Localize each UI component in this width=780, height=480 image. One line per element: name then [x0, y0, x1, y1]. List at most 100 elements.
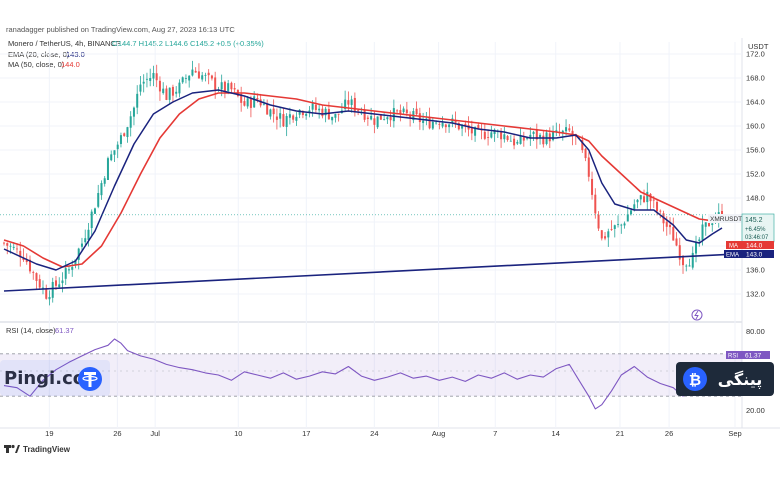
candle-body[interactable]	[45, 288, 48, 299]
candle-body[interactable]	[266, 103, 269, 115]
candle-body[interactable]	[698, 239, 701, 242]
candle-body[interactable]	[639, 195, 642, 200]
candle-body[interactable]	[246, 98, 249, 107]
candle-body[interactable]	[152, 72, 155, 79]
candle-body[interactable]	[470, 127, 473, 134]
candle-body[interactable]	[704, 222, 707, 227]
candle-body[interactable]	[279, 113, 282, 119]
candle-body[interactable]	[214, 77, 217, 90]
candle-body[interactable]	[71, 267, 74, 270]
candle-body[interactable]	[441, 122, 444, 127]
candle-body[interactable]	[347, 100, 350, 105]
candle-body[interactable]	[181, 77, 184, 83]
candle-body[interactable]	[149, 78, 152, 81]
candle-body[interactable]	[184, 78, 187, 80]
candle-body[interactable]	[519, 135, 522, 144]
time-axis[interactable]: 19 26 Jul 10 17 24 Aug 7 14 21 26 Sep	[45, 429, 742, 438]
candle-body[interactable]	[701, 224, 704, 240]
candle-body[interactable]	[295, 116, 298, 121]
candle-body[interactable]	[389, 116, 392, 121]
candle-body[interactable]	[373, 118, 376, 125]
candle-body[interactable]	[506, 136, 509, 140]
candle-body[interactable]	[487, 137, 490, 138]
candle-body[interactable]	[594, 194, 597, 214]
candle-body[interactable]	[227, 83, 230, 91]
candle-body[interactable]	[691, 252, 694, 268]
candle-body[interactable]	[90, 211, 93, 229]
candle-body[interactable]	[357, 110, 360, 112]
candle-body[interactable]	[630, 210, 633, 215]
candle-body[interactable]	[532, 131, 535, 134]
candle-body[interactable]	[483, 131, 486, 139]
trading-chart[interactable]: ranadagger published on TradingView.com,…	[0, 0, 780, 480]
candle-body[interactable]	[162, 88, 165, 94]
candle-body[interactable]	[314, 104, 317, 110]
candle-body[interactable]	[84, 238, 87, 243]
candle-body[interactable]	[366, 117, 369, 119]
candle-body[interactable]	[591, 178, 594, 195]
candle-body[interactable]	[51, 281, 54, 298]
candle-body[interactable]	[220, 82, 223, 90]
candle-body[interactable]	[32, 272, 35, 273]
candle-body[interactable]	[61, 280, 64, 284]
candle-body[interactable]	[617, 224, 620, 225]
candle-body[interactable]	[422, 120, 425, 124]
candle-body[interactable]	[438, 124, 441, 125]
candle-body[interactable]	[607, 231, 610, 238]
candle-body[interactable]	[350, 99, 353, 106]
candle-body[interactable]	[337, 113, 340, 115]
candle-body[interactable]	[93, 208, 96, 214]
candle-body[interactable]	[35, 273, 38, 281]
candle-body[interactable]	[48, 296, 51, 300]
candle-body[interactable]	[633, 204, 636, 210]
candle-body[interactable]	[249, 99, 252, 108]
candle-body[interactable]	[597, 214, 600, 229]
candle-body[interactable]	[431, 121, 434, 129]
candle-body[interactable]	[503, 134, 506, 140]
candle-body[interactable]	[386, 117, 389, 120]
candle-body[interactable]	[643, 196, 646, 203]
candle-body[interactable]	[376, 116, 379, 128]
candle-body[interactable]	[113, 150, 116, 155]
candle-body[interactable]	[305, 113, 308, 116]
candle-body[interactable]	[363, 110, 366, 120]
candle-body[interactable]	[80, 243, 83, 247]
candle-body[interactable]	[610, 229, 613, 230]
candle-body[interactable]	[272, 108, 275, 115]
candle-body[interactable]	[253, 96, 256, 108]
candle-body[interactable]	[522, 137, 525, 141]
candle-body[interactable]	[331, 116, 334, 121]
candle-body[interactable]	[67, 269, 70, 271]
candle-body[interactable]	[262, 103, 265, 105]
candle-body[interactable]	[490, 132, 493, 138]
candle-body[interactable]	[435, 122, 438, 124]
price-axis[interactable]: 172.0 168.0 164.0 160.0 156.0 152.0 148.0 144.0…	[746, 50, 765, 299]
candle-body[interactable]	[116, 144, 119, 150]
candle-body[interactable]	[448, 124, 451, 128]
candle-body[interactable]	[565, 127, 568, 132]
candle-body[interactable]	[444, 124, 447, 128]
candle-body[interactable]	[256, 97, 259, 100]
candle-body[interactable]	[623, 223, 626, 226]
candle-body[interactable]	[201, 75, 204, 80]
candle-body[interactable]	[54, 280, 57, 286]
candle-body[interactable]	[418, 113, 421, 123]
candle-body[interactable]	[688, 265, 691, 267]
support-trendline[interactable]	[3, 253, 741, 292]
candle-body[interactable]	[321, 108, 324, 117]
candle-body[interactable]	[136, 93, 139, 108]
candle-body[interactable]	[626, 214, 629, 222]
candle-body[interactable]	[500, 132, 503, 140]
candle-body[interactable]	[568, 128, 571, 131]
candle-body[interactable]	[97, 193, 100, 207]
candle-body[interactable]	[620, 224, 623, 226]
candle-body[interactable]	[682, 257, 685, 266]
candle-body[interactable]	[285, 116, 288, 127]
candle-body[interactable]	[87, 229, 90, 240]
candle-body[interactable]	[64, 268, 67, 279]
candle-body[interactable]	[58, 284, 61, 288]
candle-body[interactable]	[370, 115, 373, 120]
candle-body[interactable]	[587, 157, 590, 177]
candle-body[interactable]	[12, 246, 15, 248]
candle-body[interactable]	[142, 81, 145, 84]
